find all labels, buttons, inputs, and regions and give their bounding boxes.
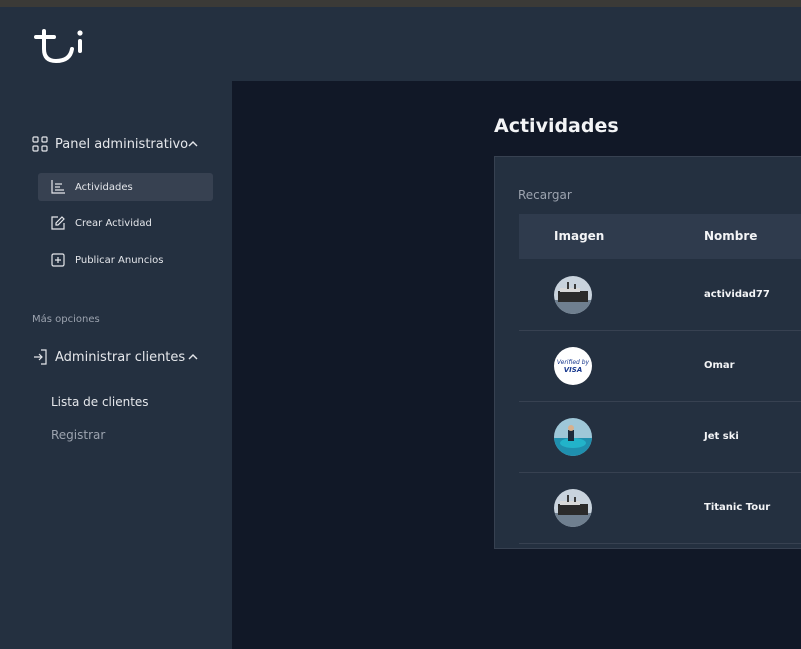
edit-icon bbox=[51, 216, 65, 230]
ship-thumbnail bbox=[554, 276, 592, 314]
sidebar-item-lista-clientes[interactable]: Lista de clientes bbox=[51, 395, 149, 409]
sidebar-item-crear-actividad[interactable]: Crear Actividad bbox=[38, 209, 213, 237]
chevron-up-icon[interactable] bbox=[187, 351, 199, 363]
plus-square-icon bbox=[51, 253, 65, 267]
tui-logo-icon[interactable] bbox=[32, 27, 88, 67]
ship-thumbnail bbox=[554, 489, 592, 527]
table-row[interactable]: Jet ski bbox=[519, 402, 801, 473]
page-title: Actividades bbox=[494, 115, 619, 137]
sidebar-item-label: Crear Actividad bbox=[75, 217, 152, 229]
column-header-nombre[interactable]: Nombre bbox=[704, 229, 757, 243]
sidebar-item-registrar[interactable]: Registrar bbox=[51, 428, 105, 442]
sidebar-item-actividades[interactable]: Actividades bbox=[38, 173, 213, 201]
row-name: Omar bbox=[704, 360, 735, 371]
login-icon bbox=[34, 349, 47, 365]
sidebar bbox=[0, 81, 232, 649]
table-row[interactable]: actividad77 bbox=[519, 260, 801, 331]
sidebar-section-panel[interactable]: Panel administrativo bbox=[32, 136, 198, 152]
table-row[interactable]: Titanic Tour bbox=[519, 473, 801, 544]
chart-icon bbox=[51, 180, 65, 194]
window-top-strip bbox=[0, 0, 801, 7]
verified-by-visa-thumbnail: Verified by VISA bbox=[554, 347, 592, 385]
app-header bbox=[0, 7, 801, 81]
sidebar-section-clients[interactable]: Administrar clientes bbox=[32, 349, 198, 365]
panel-label: Panel administrativo bbox=[55, 136, 189, 152]
row-name: actividad77 bbox=[704, 289, 770, 300]
row-name: Titanic Tour bbox=[704, 502, 771, 513]
jet-ski-thumbnail bbox=[554, 418, 592, 456]
svg-text:Verified by: Verified by bbox=[557, 359, 590, 366]
table-row[interactable]: Verified by VISA Omar bbox=[519, 331, 801, 402]
chevron-up-icon[interactable] bbox=[187, 138, 199, 150]
sidebar-item-label: Actividades bbox=[75, 181, 133, 193]
more-options-label: Más opciones bbox=[32, 314, 100, 325]
grid-icon bbox=[32, 136, 48, 152]
sidebar-item-publicar-anuncios[interactable]: Publicar Anuncios bbox=[38, 246, 213, 274]
clients-label: Administrar clientes bbox=[55, 349, 186, 365]
reload-button[interactable]: Recargar bbox=[518, 188, 572, 202]
svg-text:VISA: VISA bbox=[564, 366, 582, 374]
sidebar-item-label: Publicar Anuncios bbox=[75, 254, 164, 266]
row-name: Jet ski bbox=[704, 431, 739, 442]
column-header-imagen[interactable]: Imagen bbox=[554, 229, 604, 243]
